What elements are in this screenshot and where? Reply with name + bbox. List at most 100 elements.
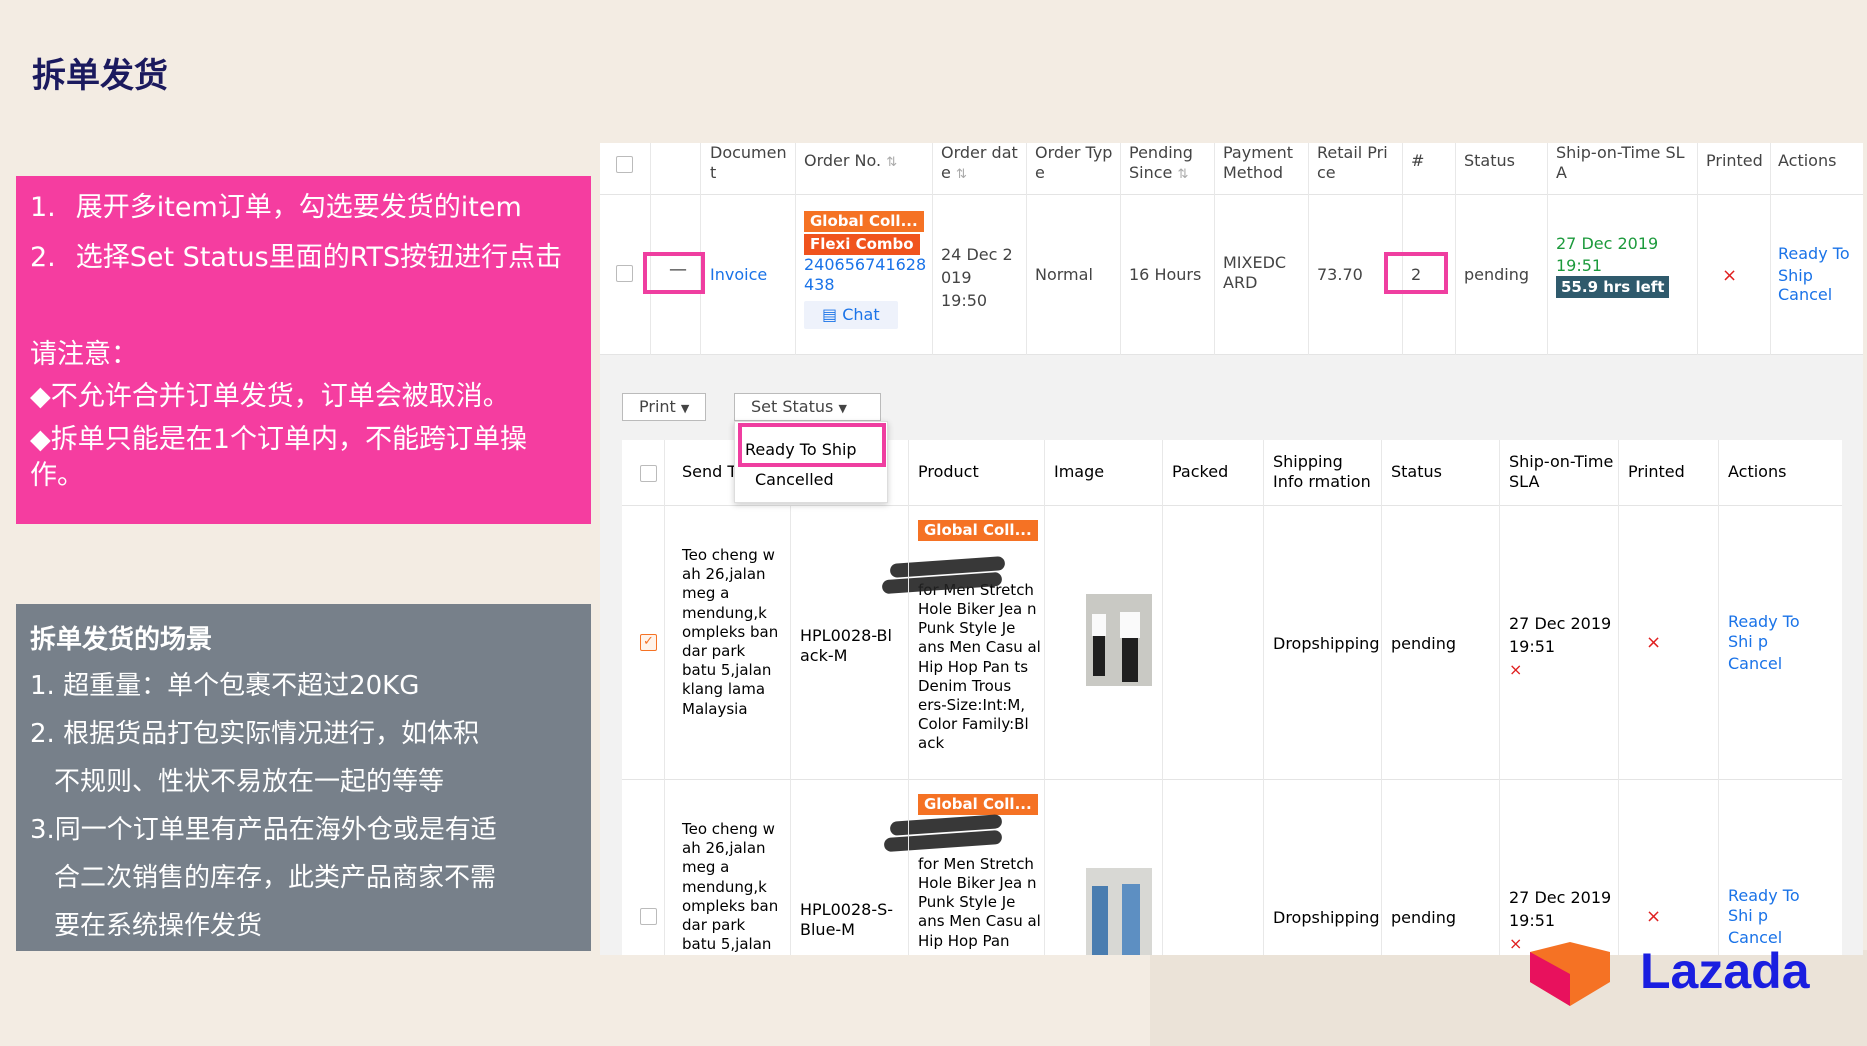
item-status: pending — [1391, 908, 1457, 927]
header-payment: Payment Method — [1223, 143, 1294, 182]
product-name: for Men Stretch Hole Biker Jea n Punk St… — [918, 854, 1041, 950]
shipping-info: Dropshipping — [1273, 908, 1380, 927]
caret-down-icon: ▼ — [838, 402, 847, 415]
note-title: 请注意： — [30, 338, 138, 370]
item-ready-to-ship-link[interactable]: Ready To Shi p — [1728, 886, 1828, 926]
header-status: Status — [1464, 151, 1515, 170]
header-send-to: Send T — [682, 462, 738, 481]
step-2: 2. 选择Set Status里面的RTS按钮进行点击 — [30, 240, 577, 276]
header-order-date[interactable]: Order dat e ⇅ — [941, 143, 1021, 183]
header-order-no[interactable]: Order No. ⇅ — [804, 151, 914, 171]
divider — [1697, 143, 1698, 355]
sla-x-icon: × — [1509, 934, 1523, 954]
item-row-checkbox-checked[interactable]: ✓ — [640, 634, 657, 651]
item-cancel-link[interactable]: Cancel — [1728, 654, 1782, 674]
slide-title: 拆单发货 — [32, 56, 168, 96]
divider — [1770, 143, 1771, 355]
scenario-line: 不规则、性状不易放在一起的等等 — [54, 766, 445, 797]
product-image — [1086, 868, 1152, 955]
invoice-link[interactable]: Invoice — [710, 265, 767, 285]
divider — [795, 143, 796, 355]
scenario-line: 2. 根据货品打包实际情况进行，如体积 — [30, 718, 480, 749]
item-sla-date: 27 Dec 2019 — [1509, 888, 1612, 907]
order-number-link[interactable]: 240656741628 — [804, 255, 926, 274]
steps-panel: 1. 展开多item订单，勾选要发货的item 2. 选择Set Status里… — [16, 176, 591, 524]
sla-x-icon: × — [1509, 660, 1523, 680]
scenario-line: 要在系统操作发货 — [54, 911, 263, 942]
divider — [1120, 143, 1121, 355]
dropdown-option-cancelled[interactable]: Cancelled — [755, 470, 834, 489]
lazada-logo: Lazada — [1530, 942, 1811, 1006]
item-status: pending — [1391, 634, 1457, 653]
scenario-line: 合二次销售的库存，此类产品商家不需 — [54, 862, 497, 893]
header-actions: Actions — [1778, 151, 1837, 170]
order-number-cell: Global Coll... Flexi Combo 240656741628 … — [804, 211, 934, 329]
header-count: # — [1411, 151, 1425, 170]
sla-time: 19:51 — [1556, 255, 1603, 275]
chat-label: Chat — [842, 304, 880, 324]
sort-icon[interactable]: ⇅ — [886, 155, 897, 170]
header-packed: Packed — [1172, 462, 1229, 481]
send-to-address: Teo cheng w ah 26,jalan meg a mendung,k … — [682, 820, 779, 955]
header-item-actions: Actions — [1728, 462, 1787, 481]
header-sla: Ship-on-Time SL A — [1556, 143, 1685, 182]
divider — [790, 506, 791, 955]
header-order-type: Order Typ e — [1035, 143, 1113, 182]
step-number: 1. — [30, 192, 56, 223]
retail-price: 73.70 — [1317, 265, 1363, 284]
item-sla: 27 Dec 2019 19:51 × — [1509, 612, 1611, 682]
send-to-address: Teo cheng w ah 26,jalan meg a mendung,k … — [682, 546, 779, 718]
select-all-checkbox[interactable] — [616, 156, 633, 173]
header-order-date-label: Order dat e — [941, 143, 1018, 182]
lazada-wordmark: Lazada — [1640, 943, 1811, 999]
order-table-header: Documen t Order No. ⇅ Order dat e ⇅ Orde… — [600, 143, 1863, 195]
item-row-checkbox[interactable] — [640, 908, 657, 925]
divider — [1547, 143, 1548, 355]
note-item: ◆不允许合并订单发货，订单会被取消。 — [30, 381, 510, 413]
cancel-link[interactable]: Cancel — [1778, 285, 1832, 305]
flexi-combo-tag: Flexi Combo — [804, 233, 920, 255]
order-status: pending — [1464, 265, 1530, 284]
header-printed: Printed — [1706, 151, 1763, 170]
header-pending-since[interactable]: Pending Since ⇅ — [1129, 143, 1209, 183]
item-select-all-checkbox[interactable] — [640, 465, 657, 482]
divider — [1718, 440, 1719, 955]
divider — [1499, 440, 1500, 955]
item-ready-to-ship-link[interactable]: Ready To Shi p — [1728, 612, 1828, 652]
set-status-label: Set Status — [751, 397, 834, 416]
divider — [1263, 440, 1264, 955]
divider — [1381, 440, 1382, 955]
step-text: 选择Set Status里面的RTS按钮进行点击 — [75, 242, 563, 274]
order-number-link-cont[interactable]: 438 — [804, 275, 835, 294]
item-sla-time: 19:51 — [1509, 637, 1556, 657]
ready-to-ship-link[interactable]: Ready To Ship — [1778, 243, 1858, 286]
divider — [1044, 440, 1045, 955]
divider — [1162, 440, 1163, 955]
item-sla-date: 27 Dec 2019 — [1509, 614, 1612, 633]
divider — [908, 440, 909, 955]
order-row-checkbox[interactable] — [616, 265, 633, 282]
divider — [1214, 143, 1215, 355]
print-dropdown-button[interactable]: Print ▼ — [622, 393, 707, 421]
item-sla-time: 19:51 — [1509, 911, 1556, 931]
set-status-dropdown-button[interactable]: Set Status ▼ — [734, 393, 881, 421]
product-name: for Men Stretch Hole Biker Jea n Punk St… — [918, 580, 1041, 753]
sort-icon[interactable]: ⇅ — [1177, 167, 1188, 182]
order-row: — Invoice Global Coll... Flexi Combo 240… — [600, 195, 1863, 355]
divider — [1402, 143, 1403, 355]
divider — [1308, 143, 1309, 355]
sla-date: 27 Dec 2019 — [1556, 234, 1659, 253]
divider — [650, 143, 651, 355]
header-item-sla: Ship-on-Time SLA — [1509, 452, 1614, 491]
divider — [1618, 440, 1619, 955]
header-retail-price: Retail Pri ce — [1317, 143, 1388, 182]
header-item-status: Status — [1391, 462, 1442, 481]
printed-x-icon: × — [1646, 632, 1662, 653]
note-item: ◆拆单只能是在1个订单内，不能跨订单操作。 — [30, 423, 527, 492]
chat-button[interactable]: ▤ Chat — [804, 300, 898, 329]
chat-icon: ▤ — [822, 304, 838, 324]
sort-icon[interactable]: ⇅ — [956, 167, 967, 182]
scenario-panel: 拆单发货的场景 1. 超重量：单个包裹不超过20KG 2. 根据货品打包实际情况… — [16, 604, 591, 951]
scenario-line: 3.同一个订单里有产品在海外仓或是有适 — [30, 814, 497, 845]
caret-down-icon: ▼ — [680, 402, 690, 415]
